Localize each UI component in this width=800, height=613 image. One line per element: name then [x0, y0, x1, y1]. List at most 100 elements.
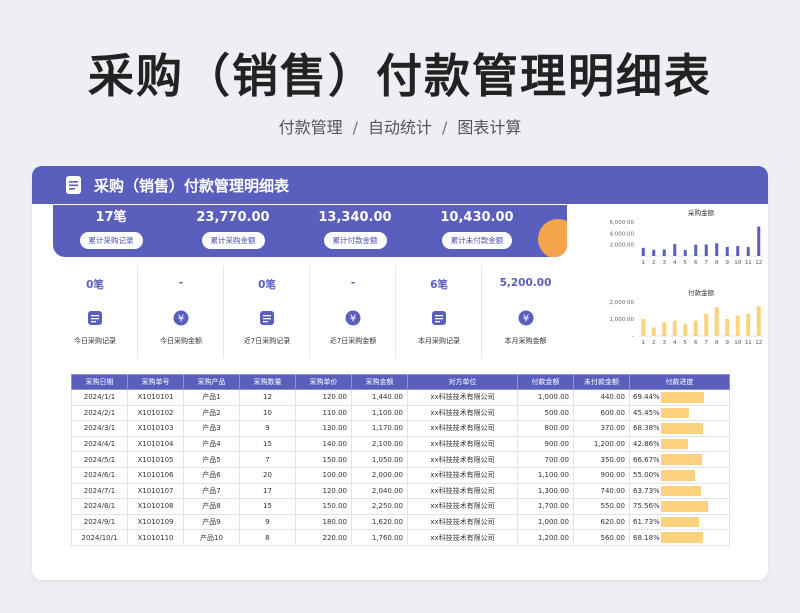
- table-cell: 180.00: [295, 513, 352, 531]
- stat-7day-amount: - ¥ 近7日采购金额: [311, 266, 396, 358]
- table-cell: 600.00: [573, 404, 630, 422]
- yuan-icon: ¥: [345, 310, 361, 326]
- table-cell: xx科技技术有限公司: [407, 389, 518, 406]
- chart-bar: [662, 322, 667, 336]
- x-tick-label: 6: [694, 340, 698, 346]
- table-cell: 12: [239, 389, 296, 406]
- kpi-value: 13,340.00: [318, 210, 392, 225]
- table-cell: 75.56%: [629, 498, 730, 515]
- table-cell: 2024/9/1: [71, 513, 128, 531]
- progress-bar: [661, 516, 699, 528]
- chart-bar: [714, 307, 719, 336]
- table-cell: 1,700.00: [517, 498, 574, 515]
- svg-text:¥: ¥: [178, 314, 184, 325]
- kpi-band: 17笔 累计采购记录 23,770.00 累计采购金额 13,340.00 累计…: [53, 205, 567, 257]
- column-header: 付款金额: [517, 374, 574, 390]
- progress-bar: [661, 485, 701, 497]
- x-tick-label: 6: [694, 260, 698, 266]
- table-cell: xx科技技术有限公司: [407, 498, 518, 515]
- column-header: 对方单位: [407, 374, 518, 390]
- column-header: 未付款金额: [573, 374, 630, 390]
- kpi-value: 23,770.00: [196, 210, 270, 225]
- table-cell: 产品7: [183, 482, 240, 500]
- stat-7day-records: 0笔 近7日采购记录: [225, 266, 310, 358]
- x-tick-label: 4: [673, 340, 677, 346]
- table-cell: 产品8: [183, 498, 240, 515]
- table-cell: 740.00: [573, 482, 630, 500]
- x-tick-label: 12: [755, 340, 762, 346]
- table-cell: X1010104: [127, 435, 184, 453]
- table-cell: 15: [239, 435, 296, 453]
- y-tick-label: 1,000.00: [610, 317, 635, 323]
- table-cell: 550.00: [573, 498, 630, 515]
- subtitle-part-3: 图表计算: [457, 118, 522, 137]
- table-cell: xx科技技术有限公司: [407, 482, 518, 500]
- document-icon: [64, 175, 84, 195]
- column-header: 采购单价: [295, 374, 352, 390]
- chart-bar: [756, 306, 761, 336]
- stat-value: 6笔: [430, 279, 448, 291]
- progress-percent: 45.45%: [633, 408, 660, 417]
- table-cell: xx科技技术有限公司: [407, 513, 518, 531]
- stat-value: 0笔: [86, 279, 104, 291]
- table-cell: 45.45%: [629, 404, 730, 422]
- kpi-total-records: 17笔 累计采购记录: [56, 209, 166, 249]
- chart-bar: [704, 244, 708, 256]
- chart-bar: [683, 250, 687, 256]
- payment-amount-chart-svg: 付款金额-1,000.002,000.001 2 3 4 5 6 7 8 9 10 11 12: [610, 288, 764, 346]
- table-cell: 1,200.00: [517, 529, 574, 546]
- table-cell: 370.00: [573, 420, 630, 437]
- table-cell: 1,300.00: [517, 482, 574, 500]
- document-icon: [87, 310, 103, 326]
- table-cell: 1,100.00: [517, 466, 574, 484]
- column-header: 采购金额: [351, 374, 408, 390]
- x-tick-label: 12: [755, 260, 762, 266]
- table-cell: 8: [239, 529, 296, 546]
- chart-title: 采购金额: [688, 208, 715, 217]
- table-cell: 220.00: [295, 529, 352, 546]
- table-cell: 7: [239, 451, 296, 468]
- chart-bar: [641, 247, 645, 256]
- table-cell: 900.00: [573, 466, 630, 484]
- table-row: 2024/10/1 X1010110 产品10 8 220.00 1,760.00 xx科技…: [71, 529, 730, 546]
- svg-text:¥: ¥: [350, 314, 356, 325]
- purchase-amount-chart-svg: 采购金额 2,000.00 4,000.00 6,000.00 1 2 3 4 5 6 7 8 9 10 1…: [610, 208, 764, 266]
- x-tick-label: 5: [684, 340, 688, 346]
- column-header: 采购数量: [239, 374, 296, 390]
- column-header: 采购单号: [127, 374, 184, 390]
- table-cell: 2,100.00: [351, 435, 408, 453]
- subtitle-part-1: 付款管理: [278, 118, 343, 137]
- table-cell: 产品2: [183, 404, 240, 422]
- table-cell: 2024/4/1: [71, 435, 128, 453]
- table-cell: 700.00: [517, 451, 574, 468]
- x-tick-label: 7: [705, 260, 709, 266]
- detail-table: 采购日期 采购单号 采购产品 采购数量 采购单价 采购金额 对方单位 付款金额 未付款金额 付款进…: [71, 374, 730, 546]
- x-tick-label: 4: [673, 260, 677, 266]
- y-tick-label: -: [632, 334, 634, 340]
- progress-bar: [661, 469, 695, 481]
- payment-amount-chart: 付款金额 -1,000.00 2,000.00 1 2 3 4 5 6 7 8 9 10 11 12: [572, 286, 768, 356]
- chart-bar: [694, 244, 698, 256]
- subtitle-part-2: 自动统计: [367, 118, 432, 137]
- kpi-label-pill: 累计采购记录: [79, 232, 143, 249]
- card-header: 采购（销售）付款管理明细表: [32, 166, 768, 204]
- chart-bar: [693, 320, 698, 336]
- table-cell: 1,200.00: [573, 435, 630, 453]
- stat-label: 本月采购记录: [418, 337, 460, 345]
- chart-bar: [641, 319, 646, 336]
- table-cell: 150.00: [295, 451, 352, 468]
- table-cell: 500.00: [517, 404, 574, 422]
- chart-bar: [725, 319, 730, 336]
- table-cell: xx科技技术有限公司: [407, 451, 518, 468]
- table-cell: xx科技技术有限公司: [407, 529, 518, 546]
- table-cell: 2024/6/1: [71, 466, 128, 484]
- x-tick-label: 1: [642, 340, 646, 346]
- x-tick-label: 9: [726, 340, 730, 346]
- chart-title: 付款金额: [688, 288, 715, 297]
- y-tick-label: 4,000.00: [610, 231, 635, 237]
- table-cell: 140.00: [295, 435, 352, 453]
- document-icon: [431, 310, 447, 326]
- column-header: 付款进度: [629, 374, 730, 390]
- progress-bar: [661, 532, 703, 543]
- chart-bar: [757, 226, 761, 256]
